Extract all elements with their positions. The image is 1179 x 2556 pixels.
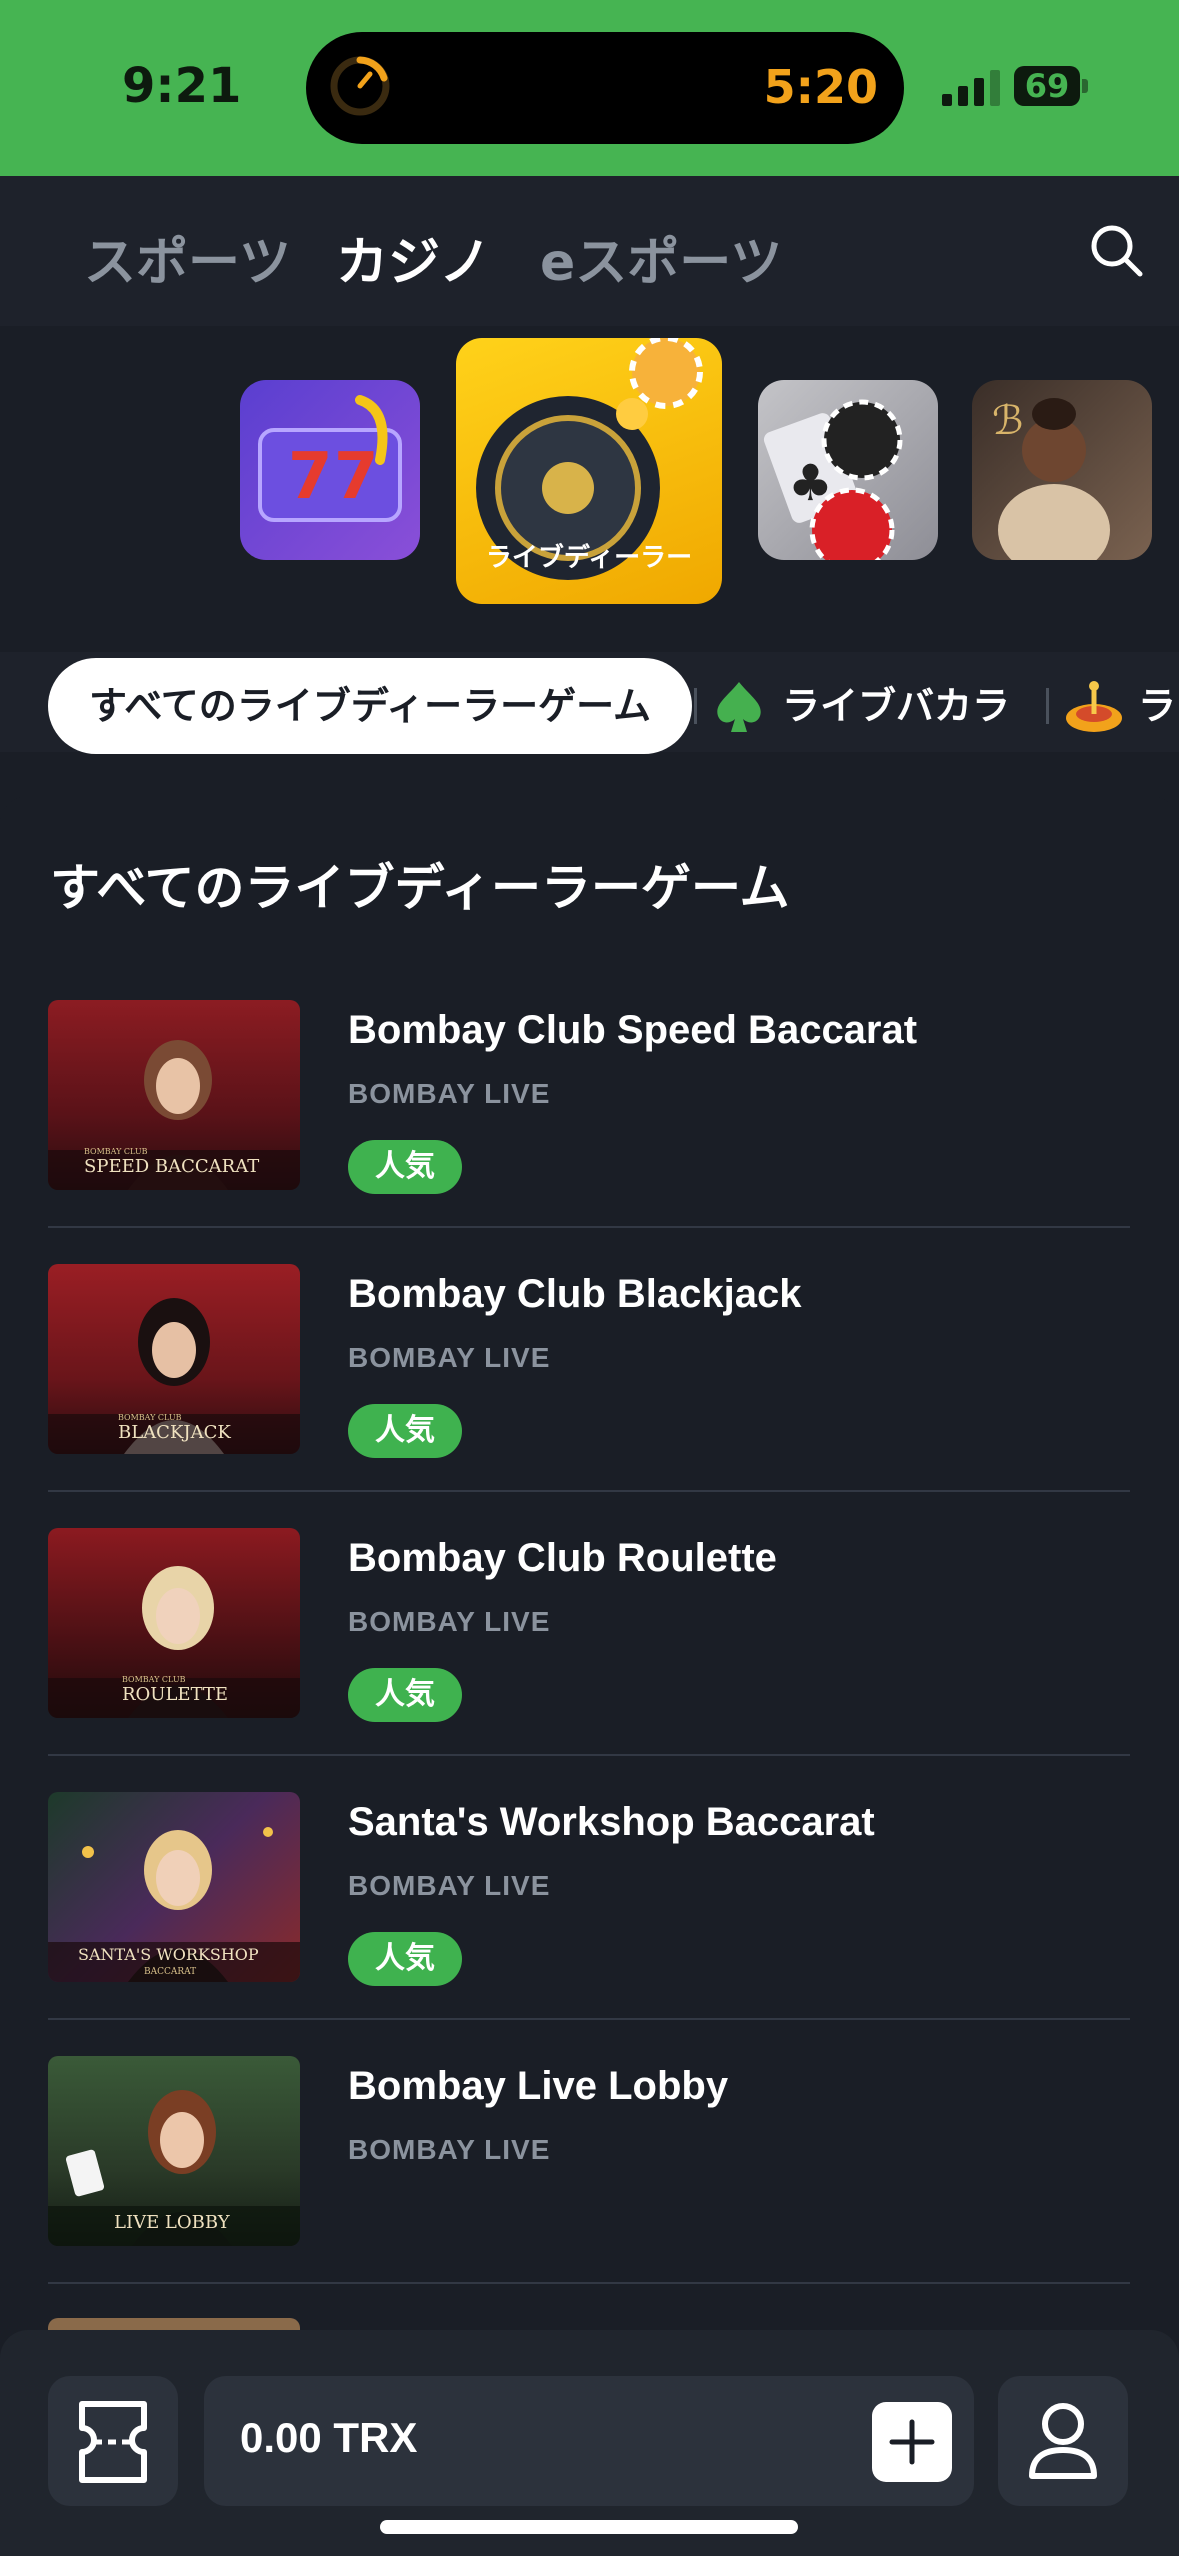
- game-row[interactable]: BOMBAY CLUB SPEED BACCARAT Bombay Club S…: [48, 1000, 1130, 1264]
- profile-button[interactable]: [998, 2376, 1128, 2506]
- game-provider: BOMBAY LIVE: [348, 1342, 551, 1373]
- filter-divider: [1046, 688, 1049, 724]
- filter-live-roulette[interactable]: ラ: [1064, 658, 1179, 754]
- slot-machine-icon: 7 7: [258, 395, 402, 522]
- game-provider: BOMBAY LIVE: [348, 1870, 551, 1901]
- battery-level: 69: [1024, 67, 1070, 105]
- timer-text: 5:20: [763, 60, 878, 114]
- filter-all-live-dealer[interactable]: すべてのライブディーラーゲーム: [48, 658, 692, 754]
- filter-label: ライブバカラ: [782, 684, 1011, 728]
- section-title: すべてのライブディーラーゲーム: [50, 859, 790, 917]
- tab-sports[interactable]: スポーツ: [84, 220, 291, 295]
- row-divider: [48, 2018, 1130, 2020]
- game-thumbnail: BOMBAY CLUB SPEED BACCARAT: [48, 1000, 300, 1190]
- thumb-caption: SPEED BACCARAT: [84, 1156, 259, 1177]
- category-live-dealer[interactable]: ライブディーラー: [456, 338, 722, 604]
- thumb-brand: BOMBAY CLUB: [84, 1147, 148, 1156]
- thumb-caption: ROULETTE: [122, 1684, 228, 1705]
- row-divider: [48, 2282, 1130, 2284]
- dynamic-island: 5:20: [306, 32, 904, 144]
- timer-ring-icon: [330, 56, 390, 116]
- popular-badge: 人気: [348, 1140, 462, 1194]
- balance-amount: 0.00 TRX: [240, 2414, 418, 2461]
- thumb-caption: BLACKJACK: [118, 1422, 231, 1443]
- cellular-signal-icon: [942, 70, 1000, 106]
- popular-badge: 人気: [348, 1932, 462, 1986]
- row-divider: [48, 1754, 1130, 1756]
- game-thumbnail: SANTA'S WORKSHOP BACCARAT: [48, 1792, 300, 1982]
- status-time: 9:21: [122, 58, 242, 114]
- game-row[interactable]: SANTA'S WORKSHOP BACCARAT Santa's Worksh…: [48, 1792, 1130, 2056]
- game-title: Bombay Club Blackjack: [348, 1272, 802, 1316]
- svg-text:7: 7: [288, 440, 333, 514]
- bet-slip-button[interactable]: [48, 2376, 178, 2506]
- dealer-image: BOMBAY CLUB ROULETTE: [48, 1566, 300, 1718]
- wallet-balance[interactable]: 0.00 TRX: [204, 2376, 974, 2506]
- category-table-games[interactable]: ♣: [758, 380, 938, 560]
- game-thumbnail: BOMBAY CLUB BLACKJACK: [48, 1264, 300, 1454]
- svg-text:7: 7: [334, 440, 379, 514]
- game-provider: BOMBAY LIVE: [348, 1606, 551, 1637]
- game-title: Santa's Workshop Baccarat: [348, 1800, 875, 1844]
- category-label: ライブディーラー: [485, 543, 693, 573]
- thumb-caption: LIVE LOBBY: [114, 2212, 231, 2233]
- game-row[interactable]: BOMBAY CLUB BLACKJACK Bombay Club Blackj…: [48, 1264, 1130, 1528]
- game-provider: BOMBAY LIVE: [348, 1078, 551, 1109]
- search-icon[interactable]: [1088, 222, 1144, 278]
- filter-divider: [694, 688, 697, 724]
- game-provider: BOMBAY LIVE: [348, 2134, 551, 2165]
- game-row[interactable]: BOMBAY CLUB ROULETTE Bombay Club Roulett…: [48, 1528, 1130, 1792]
- game-title: Bombay Club Speed Baccarat: [348, 1008, 918, 1052]
- game-title: Bombay Club Roulette: [348, 1536, 777, 1580]
- thumb-brand: BOMBAY CLUB: [122, 1675, 186, 1684]
- category-slots[interactable]: 7 7: [240, 380, 420, 560]
- category-live-casino[interactable]: ℬ: [972, 380, 1152, 560]
- thumb-sub: BACCARAT: [144, 1967, 196, 1977]
- game-thumbnail: LIVE LOBBY: [48, 2056, 300, 2246]
- thumb-brand: BOMBAY CLUB: [118, 1413, 182, 1422]
- deposit-button[interactable]: [872, 2402, 952, 2482]
- plus-icon: [889, 2419, 935, 2465]
- roulette-icon: [1066, 681, 1122, 732]
- dealer-image: BOMBAY CLUB BLACKJACK: [48, 1298, 300, 1454]
- game-row[interactable]: LIVE LOBBY Bombay Live Lobby BOMBAY LIVE: [48, 2056, 1130, 2320]
- spade-icon: [717, 682, 761, 732]
- row-divider: [48, 1226, 1130, 1228]
- battery-icon: 69: [1014, 66, 1090, 106]
- dealer-image: LIVE LOBBY: [48, 2090, 300, 2246]
- thumb-caption: SANTA'S WORKSHOP: [78, 1945, 259, 1964]
- dealer-image: SANTA'S WORKSHOP BACCARAT: [48, 1827, 300, 1982]
- popular-badge: 人気: [348, 1404, 462, 1458]
- tab-esports[interactable]: eスポーツ: [540, 220, 782, 295]
- tab-casino[interactable]: カジノ: [336, 220, 491, 295]
- user-icon: [1029, 2403, 1097, 2479]
- poker-chips-icon: ♣: [763, 399, 903, 560]
- filter-label: ラ: [1138, 684, 1177, 728]
- game-thumbnail: BOMBAY CLUB ROULETTE: [48, 1528, 300, 1718]
- game-title: Bombay Live Lobby: [348, 2064, 729, 2108]
- row-divider: [48, 1490, 1130, 1492]
- popular-badge: 人気: [348, 1668, 462, 1722]
- live-dealer-woman-icon: ℬ: [992, 398, 1110, 560]
- dealer-image: BOMBAY CLUB SPEED BACCARAT: [48, 1040, 300, 1190]
- home-indicator: [380, 2520, 798, 2534]
- svg-text:ℬ: ℬ: [992, 398, 1023, 444]
- status-bar: 9:21 5:20 69: [0, 0, 1179, 176]
- ticket-icon: [79, 2401, 147, 2483]
